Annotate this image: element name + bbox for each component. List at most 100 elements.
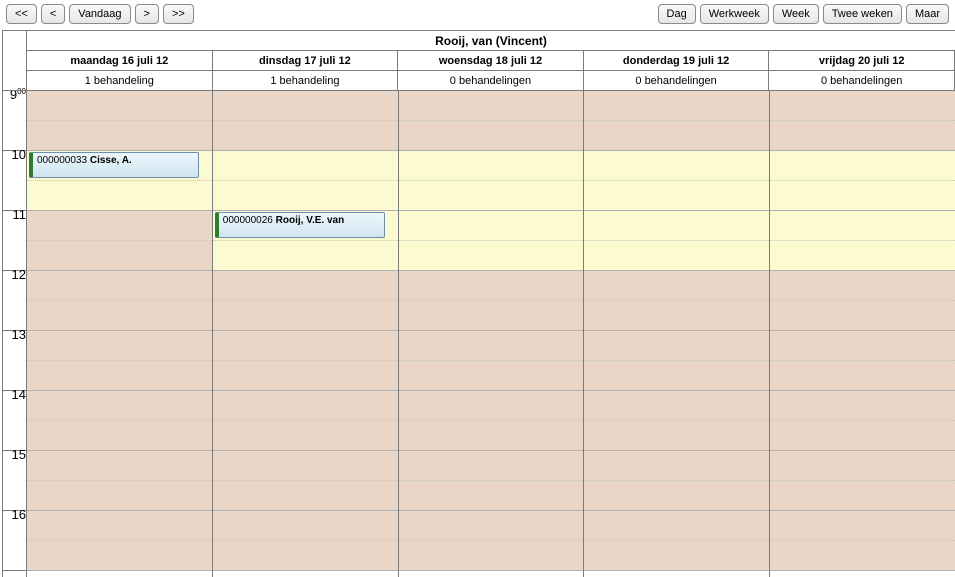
- time-cell[interactable]: [770, 151, 955, 181]
- time-cell[interactable]: [27, 181, 212, 211]
- time-cell[interactable]: [584, 121, 769, 151]
- time-cell[interactable]: [213, 151, 398, 181]
- time-cell[interactable]: [399, 91, 584, 121]
- time-cell[interactable]: [770, 511, 955, 541]
- nav-last-button[interactable]: >>: [163, 4, 194, 24]
- time-cell[interactable]: [27, 481, 212, 511]
- day-column[interactable]: [584, 91, 770, 577]
- time-cell[interactable]: [27, 301, 212, 331]
- time-cell[interactable]: [399, 451, 584, 481]
- time-cell[interactable]: [399, 511, 584, 541]
- appointment[interactable]: 000000033 Cisse, A.: [29, 152, 199, 178]
- day-header[interactable]: woensdag 18 juli 12: [398, 51, 584, 71]
- time-cell[interactable]: [213, 241, 398, 271]
- time-cell[interactable]: [399, 121, 584, 151]
- time-cell[interactable]: [213, 91, 398, 121]
- nav-prev-button[interactable]: <: [41, 4, 65, 24]
- nav-next-button[interactable]: >: [135, 4, 159, 24]
- time-cell[interactable]: [213, 271, 398, 301]
- day-header[interactable]: vrijdag 20 juli 12: [769, 51, 955, 71]
- time-cell[interactable]: [584, 391, 769, 421]
- time-cell[interactable]: [584, 481, 769, 511]
- time-cell[interactable]: [213, 121, 398, 151]
- time-cell[interactable]: [584, 271, 769, 301]
- time-cell[interactable]: [770, 271, 955, 301]
- time-cell[interactable]: [770, 481, 955, 511]
- time-cell[interactable]: [770, 421, 955, 451]
- time-cell[interactable]: [399, 301, 584, 331]
- time-cell[interactable]: [584, 241, 769, 271]
- time-cell[interactable]: [27, 541, 212, 571]
- time-cell[interactable]: [399, 361, 584, 391]
- time-cell[interactable]: [27, 331, 212, 361]
- time-cell[interactable]: [27, 361, 212, 391]
- time-cell[interactable]: [770, 241, 955, 271]
- time-cell[interactable]: [213, 421, 398, 451]
- time-cell[interactable]: [213, 541, 398, 571]
- nav-today-button[interactable]: Vandaag: [69, 4, 130, 24]
- time-cell[interactable]: [213, 451, 398, 481]
- view-day-button[interactable]: Dag: [658, 4, 696, 24]
- time-cell[interactable]: [27, 511, 212, 541]
- time-cell[interactable]: [399, 481, 584, 511]
- time-cell[interactable]: [213, 331, 398, 361]
- time-cell[interactable]: [770, 391, 955, 421]
- day-column[interactable]: [770, 91, 955, 577]
- view-twoweeks-button[interactable]: Twee weken: [823, 4, 902, 24]
- time-cell[interactable]: [27, 421, 212, 451]
- calendar-grid[interactable]: 000000033 Cisse, A. 000000026 Rooij, V.E.…: [27, 91, 955, 577]
- time-cell[interactable]: [213, 181, 398, 211]
- time-cell[interactable]: [399, 541, 584, 571]
- nav-first-button[interactable]: <<: [6, 4, 37, 24]
- time-cell[interactable]: [399, 181, 584, 211]
- time-cell[interactable]: [584, 301, 769, 331]
- time-cell[interactable]: [27, 121, 212, 151]
- time-cell[interactable]: [27, 391, 212, 421]
- time-cell[interactable]: [770, 361, 955, 391]
- day-column[interactable]: [213, 91, 399, 577]
- time-cell[interactable]: [399, 211, 584, 241]
- time-cell[interactable]: [770, 451, 955, 481]
- appointment[interactable]: 000000026 Rooij, V.E. van: [215, 212, 385, 238]
- time-cell[interactable]: [213, 301, 398, 331]
- time-cell[interactable]: [770, 541, 955, 571]
- view-month-button[interactable]: Maar: [906, 4, 949, 24]
- time-cell[interactable]: [770, 181, 955, 211]
- time-cell[interactable]: [584, 211, 769, 241]
- time-cell[interactable]: [27, 211, 212, 241]
- time-cell[interactable]: [399, 151, 584, 181]
- day-header[interactable]: dinsdag 17 juli 12: [213, 51, 399, 71]
- time-cell[interactable]: [770, 121, 955, 151]
- time-cell[interactable]: [584, 451, 769, 481]
- time-cell[interactable]: [584, 421, 769, 451]
- time-cell[interactable]: [213, 511, 398, 541]
- time-cell[interactable]: [584, 331, 769, 361]
- time-cell[interactable]: [770, 91, 955, 121]
- day-column[interactable]: [399, 91, 585, 577]
- time-cell[interactable]: [584, 181, 769, 211]
- time-cell[interactable]: [27, 241, 212, 271]
- time-cell[interactable]: [213, 391, 398, 421]
- view-workweek-button[interactable]: Werkweek: [700, 4, 769, 24]
- time-cell[interactable]: [584, 151, 769, 181]
- view-week-button[interactable]: Week: [773, 4, 819, 24]
- day-header[interactable]: maandag 16 juli 12: [27, 51, 213, 71]
- time-cell[interactable]: [399, 421, 584, 451]
- time-cell[interactable]: [213, 481, 398, 511]
- time-cell[interactable]: [584, 511, 769, 541]
- time-cell[interactable]: [213, 361, 398, 391]
- time-cell[interactable]: [584, 91, 769, 121]
- time-cell[interactable]: [770, 211, 955, 241]
- time-cell[interactable]: [770, 301, 955, 331]
- time-cell[interactable]: [399, 331, 584, 361]
- time-cell[interactable]: [584, 361, 769, 391]
- time-cell[interactable]: [770, 331, 955, 361]
- time-cell[interactable]: [399, 241, 584, 271]
- time-cell[interactable]: [27, 271, 212, 301]
- time-cell[interactable]: [399, 271, 584, 301]
- day-header[interactable]: donderdag 19 juli 12: [584, 51, 770, 71]
- time-cell[interactable]: [27, 91, 212, 121]
- time-cell[interactable]: [399, 391, 584, 421]
- time-cell[interactable]: [27, 451, 212, 481]
- time-cell[interactable]: [584, 541, 769, 571]
